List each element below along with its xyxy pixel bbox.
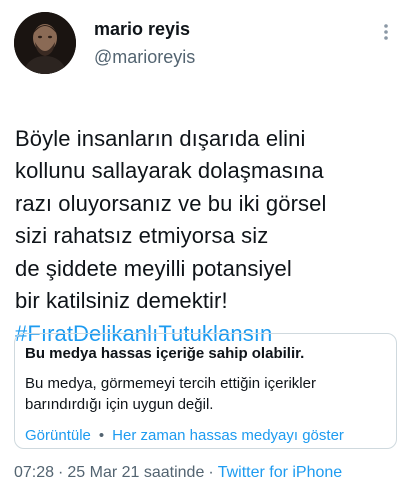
sensitive-media-notice: Bu medya hassas içeriğe sahip olabilir. … xyxy=(14,333,397,449)
tweet-body: Böyle insanların dışarıda elini kollunu … xyxy=(15,125,327,314)
user-handle[interactable]: @marioreyis xyxy=(94,46,195,68)
meta-separator-2: · xyxy=(208,464,214,481)
view-media-button[interactable]: Görüntüle xyxy=(25,427,91,444)
avatar[interactable] xyxy=(14,12,76,74)
sensitive-notice-description: Bu medya, görmemeyi tercih ettiğin içeri… xyxy=(25,375,316,413)
always-show-sensitive-button[interactable]: Her zaman hassas medyayı göster xyxy=(112,427,344,444)
meta-separator: · xyxy=(58,464,64,481)
user-names: mario reyis @marioreyis xyxy=(94,18,195,68)
profile-photo-icon xyxy=(14,12,76,74)
tweet: mario reyis @marioreyis Böyle insanların… xyxy=(0,0,410,500)
more-vertical-icon xyxy=(384,24,388,40)
separator-dot: • xyxy=(98,427,105,444)
tweet-header: mario reyis @marioreyis xyxy=(14,12,396,76)
sensitive-notice-actions: Görüntüle • Her zaman hassas medyayı göste… xyxy=(25,426,386,446)
more-options-button[interactable] xyxy=(376,20,396,44)
display-name[interactable]: mario reyis xyxy=(94,18,195,40)
tweet-source-link[interactable]: Twitter for iPhone xyxy=(218,464,343,481)
tweet-date[interactable]: 25 Mar 21 saatinde xyxy=(67,464,204,481)
tweet-meta: 07:28 · 25 Mar 21 saatinde · Twitter for iPh… xyxy=(14,462,342,484)
tweet-time[interactable]: 07:28 xyxy=(14,464,54,481)
sensitive-notice-title: Bu medya hassas içeriğe sahip olabilir. xyxy=(25,345,305,362)
